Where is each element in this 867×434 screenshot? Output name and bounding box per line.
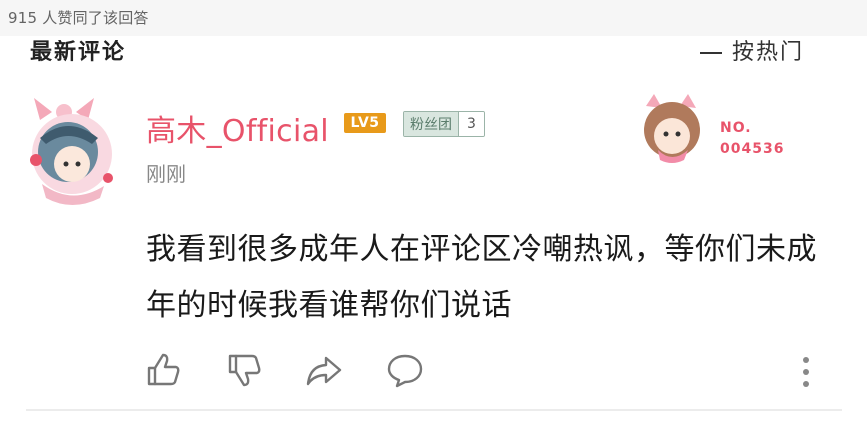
comment-section-header: 最新评论 按热门 bbox=[0, 40, 867, 66]
card-number-value: 004536 bbox=[720, 141, 785, 157]
action-bar bbox=[0, 346, 867, 396]
fan-club-name: 粉丝团 bbox=[404, 112, 458, 136]
comment-time: 刚刚 bbox=[146, 162, 186, 186]
username[interactable]: 高木_Official bbox=[146, 106, 329, 150]
vote-count: 915 人赞同了该回答 bbox=[8, 9, 149, 27]
level-badge: LV5 bbox=[344, 113, 386, 133]
divider bbox=[26, 409, 842, 411]
more-icon[interactable] bbox=[796, 354, 816, 390]
sort-hot-label: 按热门 bbox=[732, 40, 805, 65]
sort-latest-tab[interactable]: 最新评论 bbox=[30, 40, 126, 66]
share-icon[interactable] bbox=[304, 350, 344, 390]
avatar-image bbox=[30, 98, 113, 205]
fan-club-level: 3 bbox=[458, 112, 484, 136]
avatar[interactable] bbox=[22, 94, 122, 206]
sort-hot-tab[interactable]: 按热门 bbox=[700, 40, 804, 66]
thumbs-down-icon[interactable] bbox=[224, 350, 264, 390]
comment-icon[interactable] bbox=[385, 350, 425, 390]
comment-text: 我看到很多成年人在评论区冷嘲热讽，等你们未成年的时候我看谁帮你们说话 bbox=[146, 232, 817, 323]
card-number: NO. 004536 bbox=[720, 118, 784, 160]
card-number-label: NO. bbox=[720, 120, 752, 136]
thumbs-up-icon[interactable] bbox=[143, 350, 183, 390]
fan-club-badge[interactable]: 粉丝团 3 bbox=[403, 111, 485, 137]
sort-icon bbox=[700, 52, 722, 54]
